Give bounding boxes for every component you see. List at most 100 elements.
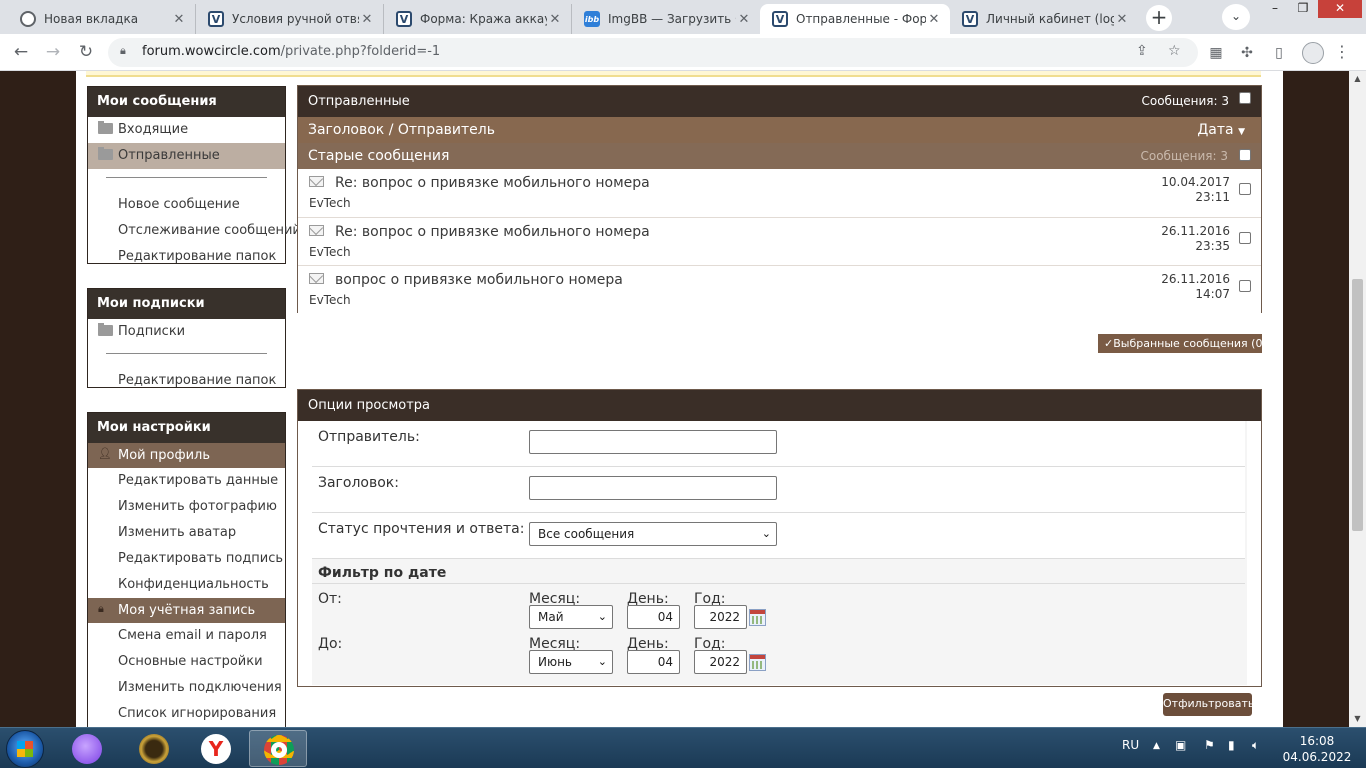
extension-icon[interactable]: ▦ xyxy=(1206,43,1226,63)
sidebar-section-account[interactable]: 🔒︎ Моя учётная запись xyxy=(88,598,285,623)
page-scrollbar[interactable]: ▲ ▼ xyxy=(1349,71,1366,727)
browser-tab-active[interactable]: V Отправленные - Фору ✕ xyxy=(760,4,950,34)
to-year-input[interactable]: 2022 xyxy=(694,650,747,674)
side-panel-icon[interactable]: ▯ xyxy=(1269,43,1289,63)
browser-tab[interactable]: V Форма: Кража аккаунт ✕ xyxy=(384,4,572,34)
sidebar-item-tracking[interactable]: Отслеживание сообщений xyxy=(88,218,301,244)
forward-arrow-icon[interactable]: → xyxy=(40,40,66,66)
sidebar-item-change-photo[interactable]: Изменить фотографию xyxy=(88,494,285,520)
subject-input[interactable] xyxy=(529,476,777,500)
message-sender[interactable]: EvTech xyxy=(309,196,351,210)
envelope-icon xyxy=(309,225,324,236)
taskbar-yandex-app[interactable]: Y xyxy=(187,730,245,767)
group-title: Старые сообщения xyxy=(308,148,450,164)
back-arrow-icon[interactable]: ← xyxy=(8,40,34,66)
scroll-thumb[interactable] xyxy=(1352,279,1363,531)
sidebar-item-ignore-list[interactable]: Список игнорирования xyxy=(88,701,285,727)
volume-icon[interactable]: 🔈︎ xyxy=(1252,738,1259,753)
sidebar-item-edit-folders[interactable]: Редактирование папок xyxy=(88,368,285,394)
message-row[interactable]: Re: вопрос о привязке мобильного номера … xyxy=(298,217,1261,265)
sidebar-item-edit-signature[interactable]: Редактировать подпись xyxy=(88,546,285,572)
taskbar-wow-app[interactable] xyxy=(125,730,183,767)
message-checkbox[interactable] xyxy=(1239,183,1251,195)
sidebar-item-change-avatar[interactable]: Изменить аватар xyxy=(88,520,285,546)
check-icon: ✓ xyxy=(1104,337,1114,350)
message-subject[interactable]: Re: вопрос о привязке мобильного номера xyxy=(335,175,650,191)
view-options-panel: Опции просмотра Отправитель: Заголовок: … xyxy=(297,389,1262,687)
system-clock[interactable]: 16:08 04.06.2022 xyxy=(1282,733,1352,765)
from-year-input[interactable]: 2022 xyxy=(694,605,747,629)
to-day-input[interactable]: 04 xyxy=(627,650,680,674)
calendar-icon[interactable] xyxy=(749,654,766,671)
browser-tab[interactable]: Новая вкладка ✕ xyxy=(8,4,196,34)
scroll-up-icon[interactable]: ▲ xyxy=(1349,71,1366,87)
menu-kebab-icon[interactable]: ⋮ xyxy=(1334,42,1350,62)
status-select[interactable]: Все сообщения ⌄ xyxy=(529,522,777,546)
message-checkbox[interactable] xyxy=(1239,280,1251,292)
language-indicator[interactable]: RU xyxy=(1122,738,1139,752)
message-subject[interactable]: Re: вопрос о привязке мобильного номера xyxy=(335,224,650,240)
select-all-checkbox[interactable] xyxy=(1239,92,1251,104)
sidebar-item-change-email[interactable]: Смена email и пароля xyxy=(88,623,285,649)
close-icon[interactable]: ✕ xyxy=(1114,12,1130,27)
sidebar-item-edit-folders[interactable]: Редактирование папок xyxy=(88,244,285,270)
network-signal-icon[interactable]: ▮ xyxy=(1228,738,1235,752)
close-icon[interactable]: ✕ xyxy=(547,12,563,27)
window-close-icon[interactable]: ✕ xyxy=(1318,0,1362,18)
message-subject[interactable]: вопрос о привязке мобильного номера xyxy=(335,272,623,288)
reload-icon[interactable]: ↻ xyxy=(73,40,99,66)
browser-tab[interactable]: V Личный кабинет (logo ✕ xyxy=(950,4,1138,34)
close-icon[interactable]: ✕ xyxy=(736,12,752,27)
selected-messages-button[interactable]: ✓Выбранные сообщения (0) xyxy=(1098,334,1267,353)
address-bar[interactable]: 🔒︎ forum.wowcircle.com/private.php?folde… xyxy=(108,38,1198,67)
tray-security-icon[interactable]: ⚑ xyxy=(1204,738,1215,752)
browser-tab[interactable]: ibb ImgBB — Загрузить Фо ✕ xyxy=(572,4,760,34)
column-title-sort[interactable]: Заголовок / Отправитель xyxy=(308,122,495,138)
filter-button[interactable]: Отфильтровать xyxy=(1163,693,1254,716)
new-tab-button[interactable]: + xyxy=(1146,5,1172,31)
sidebar-item-general-settings[interactable]: Основные настройки xyxy=(88,649,285,675)
from-month-select[interactable]: Май ⌄ xyxy=(529,605,613,629)
message-sender[interactable]: EvTech xyxy=(309,245,351,259)
start-button-icon[interactable] xyxy=(6,730,44,768)
close-icon[interactable]: ✕ xyxy=(926,12,942,27)
scroll-down-icon[interactable]: ▼ xyxy=(1349,711,1366,727)
close-icon[interactable]: ✕ xyxy=(171,12,187,27)
browser-tab[interactable]: V Условия ручной отвяз ✕ xyxy=(196,4,384,34)
message-sender[interactable]: EvTech xyxy=(309,293,351,307)
puzzle-icon[interactable]: ✣ xyxy=(1237,43,1257,63)
share-icon[interactable]: ⇪ xyxy=(1136,43,1148,59)
sidebar-item-new-message[interactable]: Новое сообщение xyxy=(88,192,285,218)
profile-avatar-icon[interactable] xyxy=(1302,42,1324,64)
sidebar-item-subscriptions[interactable]: Подписки xyxy=(88,319,285,345)
message-row[interactable]: вопрос о привязке мобильного номера EvTe… xyxy=(298,265,1261,313)
sender-input[interactable] xyxy=(529,430,777,454)
message-row[interactable]: Re: вопрос о привязке мобильного номера … xyxy=(298,169,1261,217)
sidebar-item-connections[interactable]: Изменить подключения xyxy=(88,675,285,701)
panel-header: Опции просмотра xyxy=(298,390,1261,421)
minimize-icon[interactable]: – xyxy=(1262,0,1288,18)
sidebar-item-inbox[interactable]: Входящие xyxy=(88,117,285,143)
sidebar-item-sent[interactable]: Отправленные xyxy=(88,143,285,169)
bookmark-star-icon[interactable]: ☆ xyxy=(1168,43,1181,59)
taskbar-alice-app[interactable] xyxy=(58,730,116,767)
close-icon[interactable]: ✕ xyxy=(359,12,375,27)
taskbar-chrome-app[interactable] xyxy=(249,730,307,767)
lock-icon: 🔒︎ xyxy=(98,602,104,615)
panel-title: Отправленные xyxy=(308,94,410,109)
tray-app-icon[interactable]: ▣ xyxy=(1175,738,1186,752)
message-checkbox[interactable] xyxy=(1239,232,1251,244)
calendar-icon[interactable] xyxy=(749,609,766,626)
column-date-sort[interactable]: Дата ▼ xyxy=(1197,122,1245,138)
sidebar-section-profile[interactable]: 👤︎ Мой профиль xyxy=(88,443,285,468)
select-group-checkbox[interactable] xyxy=(1239,149,1251,161)
tab-title: ImgBB — Загрузить Фо xyxy=(608,12,736,26)
sidebar-item-privacy[interactable]: Конфиденциальность xyxy=(88,572,285,598)
to-month-select[interactable]: Июнь ⌄ xyxy=(529,650,613,674)
tray-expand-icon[interactable]: ▲ xyxy=(1153,741,1160,751)
from-day-input[interactable]: 04 xyxy=(627,605,680,629)
sidebar-item-edit-details[interactable]: Редактировать данные xyxy=(88,468,285,494)
tab-search-button[interactable]: ⌄ xyxy=(1222,4,1250,30)
maximize-icon[interactable]: ❐ xyxy=(1290,0,1316,18)
group-count: Сообщения: 3 xyxy=(1140,149,1228,163)
